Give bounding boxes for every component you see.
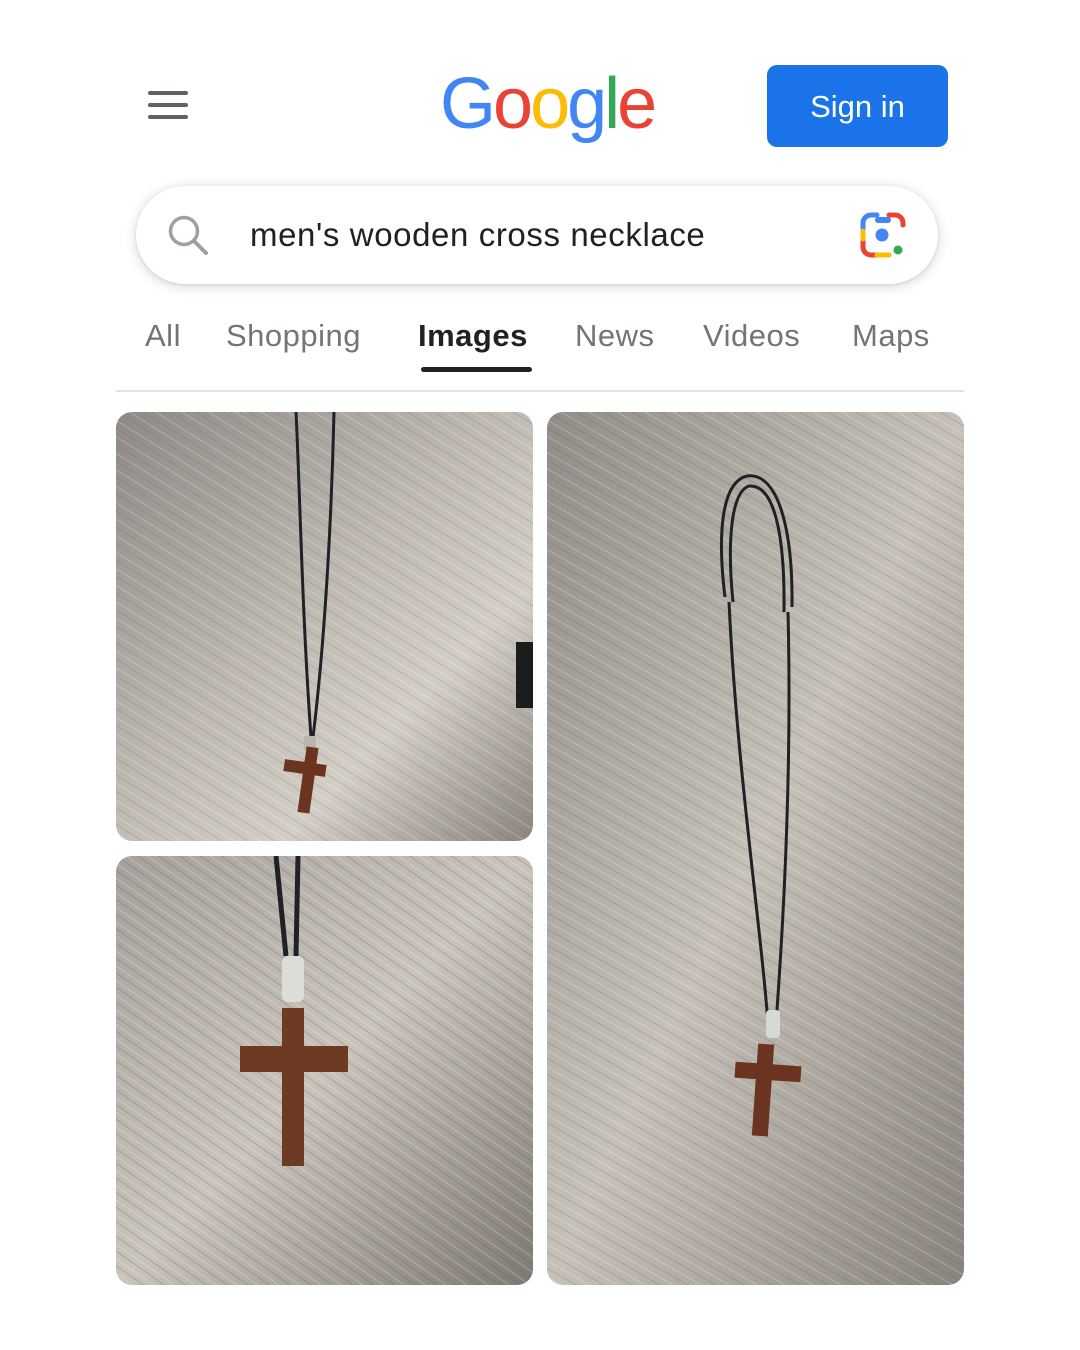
tab-news[interactable]: News (575, 318, 655, 354)
logo-letter: o (530, 64, 570, 144)
full-necklace-photo (547, 412, 964, 1285)
search-box[interactable]: men's wooden cross necklace (136, 186, 938, 284)
menu-bar (148, 103, 188, 107)
logo-letter: g (567, 64, 607, 144)
image-result[interactable] (116, 412, 533, 841)
logo-letter: G (440, 64, 496, 144)
search-tabs: All Shopping Images News Videos Maps (116, 310, 964, 392)
image-result[interactable] (547, 412, 964, 1285)
logo-letter: o (493, 64, 533, 144)
tab-all[interactable]: All (145, 318, 181, 354)
logo-letter: e (617, 64, 657, 144)
menu-bar (148, 115, 188, 119)
image-result[interactable] (116, 856, 533, 1285)
search-query-text[interactable]: men's wooden cross necklace (250, 186, 810, 284)
google-lens-camera-icon[interactable] (858, 210, 908, 260)
tab-maps[interactable]: Maps (852, 318, 930, 354)
cross-closeup-photo (116, 856, 533, 1285)
tab-videos[interactable]: Videos (703, 318, 800, 354)
hamburger-menu-icon[interactable] (146, 88, 190, 124)
necklace-photo (116, 412, 533, 841)
menu-bar (148, 91, 188, 95)
sign-in-button[interactable]: Sign in (767, 65, 948, 147)
logo-letter: l (604, 64, 620, 144)
google-logo[interactable]: Google (440, 58, 657, 150)
active-tab-indicator (421, 367, 532, 372)
tab-shopping[interactable]: Shopping (226, 318, 361, 354)
magnifier-icon[interactable] (166, 213, 210, 257)
tab-images[interactable]: Images (418, 318, 528, 354)
